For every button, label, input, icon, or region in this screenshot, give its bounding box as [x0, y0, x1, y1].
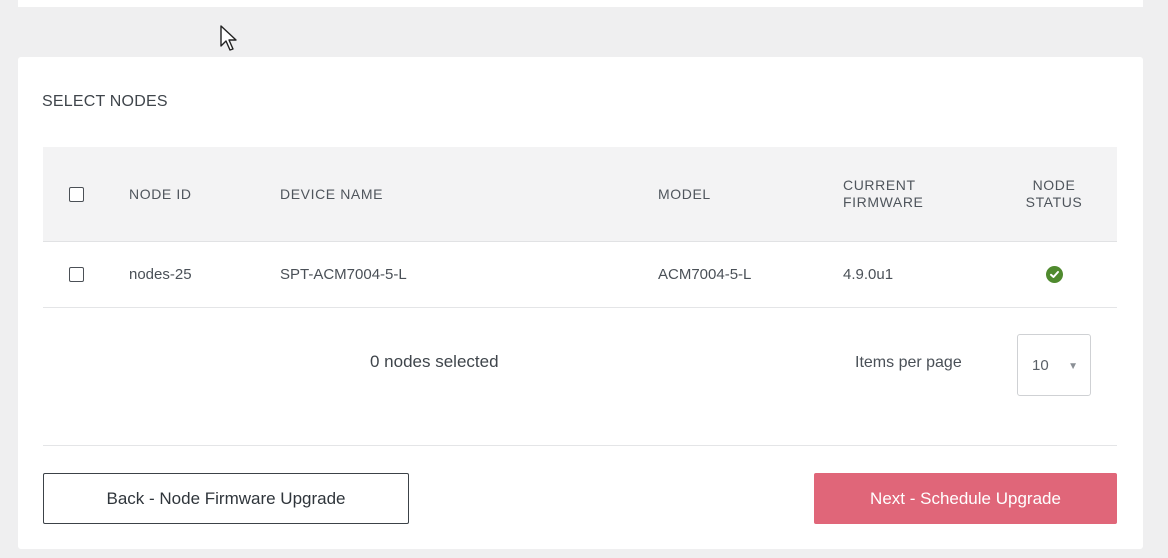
header-current-firmware-line1: CURRENT — [843, 177, 916, 193]
mouse-cursor-icon — [220, 25, 237, 51]
nodes-table: NODE ID DEVICE NAME MODEL CURRENT FIRMWA… — [43, 147, 1117, 308]
items-per-page-value: 10 — [1032, 356, 1049, 374]
top-panel — [18, 0, 1143, 7]
select-all-checkbox[interactable] — [69, 186, 84, 202]
back-node-firmware-upgrade-button[interactable]: Back - Node Firmware Upgrade — [43, 473, 409, 524]
header-node-id[interactable]: NODE ID — [129, 147, 192, 241]
selected-count: 0 nodes selected — [370, 352, 499, 371]
select-nodes-card: SELECT NODES NODE ID DEVICE NAME MODEL C… — [18, 57, 1143, 549]
header-model[interactable]: MODEL — [658, 147, 711, 241]
cell-firmware: 4.9.0u1 — [843, 266, 894, 283]
table-footer: 0 nodes selected Items per page 10 ▼ — [43, 312, 1117, 446]
next-schedule-upgrade-button[interactable]: Next - Schedule Upgrade — [814, 473, 1117, 524]
header-node-status-line1: NODE — [1032, 177, 1076, 193]
row-select-cell — [69, 242, 84, 307]
header-current-firmware[interactable]: CURRENT FIRMWARE — [843, 147, 924, 241]
items-per-page-select[interactable]: 10 ▼ — [1017, 334, 1091, 396]
cell-device-name: SPT-ACM7004-5-L — [280, 266, 407, 283]
header-current-firmware-line2: FIRMWARE — [843, 194, 924, 210]
header-node-status-line2: STATUS — [1025, 194, 1083, 210]
header-device-name[interactable]: DEVICE NAME — [280, 147, 383, 241]
table-row[interactable]: nodes-25 SPT-ACM7004-5-L ACM7004-5-L 4.9… — [43, 242, 1117, 308]
chevron-down-icon: ▼ — [1068, 361, 1078, 372]
header-node-status[interactable]: NODE STATUS — [1009, 147, 1099, 241]
row-checkbox[interactable] — [69, 267, 84, 282]
table-header: NODE ID DEVICE NAME MODEL CURRENT FIRMWA… — [43, 147, 1117, 242]
cell-node-status — [1009, 242, 1099, 307]
cell-model: ACM7004-5-L — [658, 266, 752, 283]
cell-node-id: nodes-25 — [129, 266, 192, 283]
section-title: SELECT NODES — [42, 93, 168, 110]
check-circle-icon — [1045, 266, 1063, 283]
items-per-page-label: Items per page — [855, 354, 962, 371]
select-all-cell — [69, 147, 84, 241]
